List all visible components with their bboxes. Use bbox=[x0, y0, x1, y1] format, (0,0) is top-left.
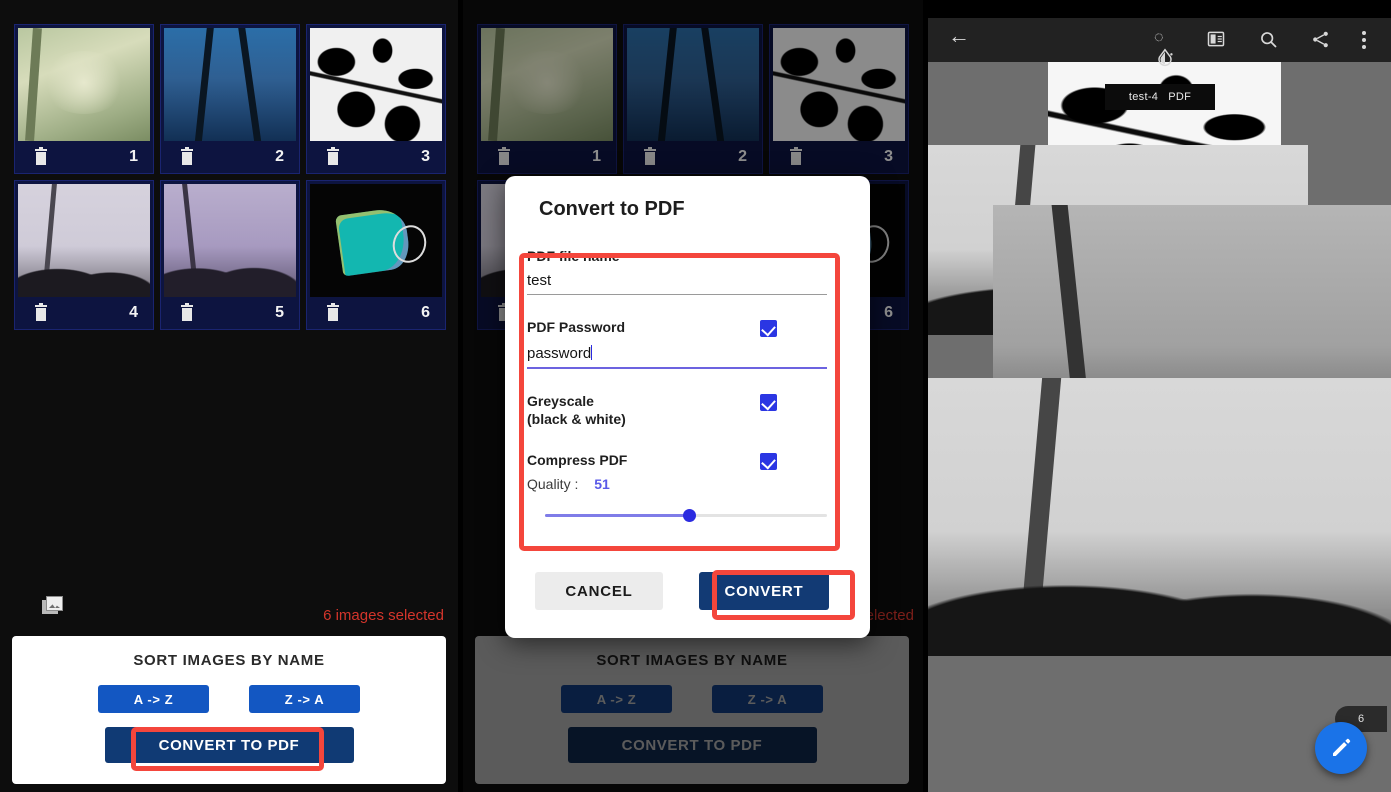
dialog-actions: CANCEL CONVERT bbox=[505, 572, 870, 610]
thumbnail-item[interactable]: 4 bbox=[14, 180, 154, 330]
pdf-file-name: test-4 bbox=[1129, 91, 1158, 103]
more-options-icon[interactable] bbox=[1362, 29, 1367, 51]
viewer-toolbar bbox=[928, 18, 1391, 62]
greyscale-label: Greyscale (black & white) bbox=[527, 393, 626, 428]
compress-row: Compress PDF bbox=[527, 452, 777, 470]
pdf-password-label: PDF Password bbox=[527, 319, 625, 335]
cancel-button[interactable]: CANCEL bbox=[535, 572, 663, 610]
arrow-left-icon[interactable] bbox=[948, 29, 970, 51]
greyscale-label-line2: (black & white) bbox=[527, 411, 626, 427]
trash-icon[interactable] bbox=[326, 149, 340, 165]
convert-to-pdf-button[interactable]: CONVERT TO PDF bbox=[105, 727, 354, 763]
dialog-body: PDF file name test PDF Password password… bbox=[527, 248, 849, 522]
thumbnail-number: 6 bbox=[421, 304, 430, 322]
quality-label: Quality : bbox=[527, 476, 578, 492]
quality-slider[interactable] bbox=[545, 508, 827, 522]
greyscale-label-line1: Greyscale bbox=[527, 393, 594, 409]
trash-icon[interactable] bbox=[34, 305, 48, 321]
greyscale-checkbox[interactable] bbox=[760, 394, 777, 411]
pdf-file-name-label: PDF file name bbox=[527, 248, 849, 264]
search-icon[interactable] bbox=[1258, 29, 1280, 51]
pdf-page bbox=[928, 378, 1391, 656]
thumbnail-image[interactable] bbox=[18, 28, 150, 141]
sort-ascending-button[interactable]: A -> Z bbox=[98, 685, 209, 713]
pdf-password-input[interactable]: password bbox=[527, 345, 827, 369]
compress-checkbox[interactable] bbox=[760, 453, 777, 470]
thumbnail-grid: 1 2 3 bbox=[14, 24, 446, 330]
thumbnail-number: 1 bbox=[129, 148, 138, 166]
sort-sheet-title: SORT IMAGES BY NAME bbox=[12, 652, 446, 669]
quality-row: Quality : 51 bbox=[527, 476, 849, 492]
thumbnail-image[interactable] bbox=[164, 184, 296, 297]
thumbnail-image[interactable] bbox=[164, 28, 296, 141]
thumbnail-item[interactable]: 5 bbox=[160, 180, 300, 330]
pdf-password-row: PDF Password bbox=[527, 319, 777, 337]
share-icon[interactable] bbox=[1310, 29, 1332, 51]
status-bar bbox=[928, 0, 1391, 18]
pdf-file-chip: test-4 PDF bbox=[1105, 84, 1215, 110]
convert-button[interactable]: CONVERT bbox=[699, 572, 829, 610]
thumbnail-item[interactable]: 3 bbox=[306, 24, 446, 174]
trash-icon[interactable] bbox=[180, 149, 194, 165]
thumbnail-item[interactable]: 6 bbox=[306, 180, 446, 330]
sort-bottom-sheet: SORT IMAGES BY NAME A -> Z Z -> A CONVER… bbox=[12, 636, 446, 784]
thumbnail-image[interactable] bbox=[310, 28, 442, 141]
trash-icon[interactable] bbox=[34, 149, 48, 165]
pdf-viewer-screen: 6 bbox=[928, 0, 1391, 792]
pdf-password-value: password bbox=[527, 345, 591, 362]
page-fit-icon[interactable] bbox=[1206, 29, 1228, 51]
pdf-file-type: PDF bbox=[1168, 91, 1191, 103]
convert-to-pdf-dialog: Convert to PDF PDF file name test PDF Pa… bbox=[505, 176, 870, 638]
thumbnail-number: 3 bbox=[421, 148, 430, 166]
trash-icon[interactable] bbox=[180, 305, 194, 321]
dialog-title: Convert to PDF bbox=[539, 198, 870, 221]
edit-pencil-icon bbox=[1329, 736, 1353, 760]
thumbnail-item[interactable]: 1 bbox=[14, 24, 154, 174]
image-stack-icon[interactable] bbox=[42, 596, 64, 614]
pdf-password-checkbox[interactable] bbox=[760, 320, 777, 337]
slider-knob[interactable] bbox=[683, 509, 696, 522]
image-picker-screen: 1 2 3 bbox=[0, 0, 458, 792]
sort-descending-button[interactable]: Z -> A bbox=[249, 685, 360, 713]
screenshot-root: 1 2 3 bbox=[0, 0, 1391, 792]
text-caret bbox=[591, 345, 592, 360]
trash-icon[interactable] bbox=[326, 305, 340, 321]
thumbnail-item[interactable]: 2 bbox=[160, 24, 300, 174]
thumbnail-image[interactable] bbox=[310, 184, 442, 297]
compress-label: Compress PDF bbox=[527, 452, 627, 468]
thumbnail-number: 4 bbox=[129, 304, 138, 322]
slider-fill bbox=[545, 514, 689, 517]
thumbnail-number: 5 bbox=[275, 304, 284, 322]
greyscale-row: Greyscale (black & white) bbox=[527, 393, 777, 428]
invert-colors-icon[interactable] bbox=[1154, 29, 1176, 51]
edit-fab-button[interactable] bbox=[1315, 722, 1367, 774]
quality-value: 51 bbox=[594, 476, 610, 492]
pdf-file-name-input[interactable]: test bbox=[527, 272, 827, 295]
selected-count-label: 6 images selected bbox=[323, 607, 444, 624]
thumbnail-image[interactable] bbox=[18, 184, 150, 297]
thumbnail-number: 2 bbox=[275, 148, 284, 166]
